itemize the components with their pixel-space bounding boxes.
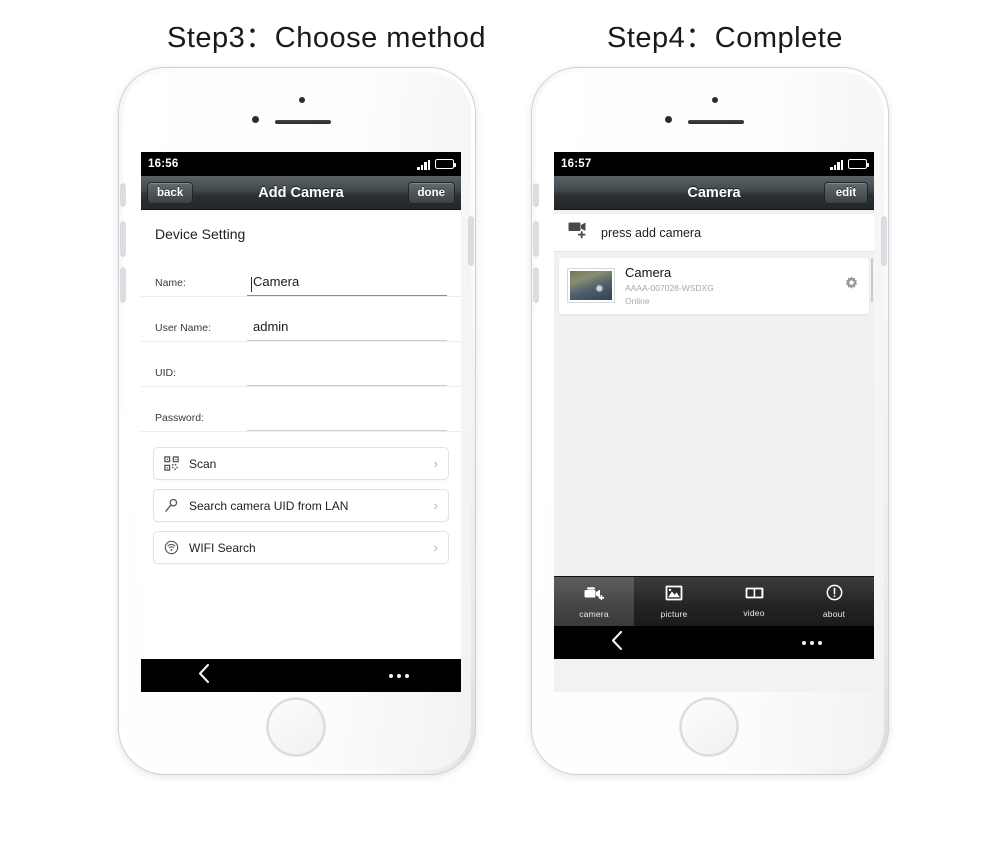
camera-tab-icon [584,585,605,606]
status-bar: 16:57 [554,152,874,176]
home-button[interactable] [267,698,325,756]
app-navbar: Camera edit [554,176,874,210]
proximity-sensor-icon [712,97,718,103]
overflow-menu-icon[interactable] [802,640,822,645]
wifi-icon [164,540,179,555]
camera-snapshot-thumbnail [567,268,615,304]
press-add-camera-label: press add camera [601,225,702,240]
qr-scan-icon [164,456,179,471]
battery-icon [435,159,457,169]
phone1-screen: 16:56 back Add Camera done Device Settin… [141,152,461,692]
earpiece-speaker [688,120,744,124]
chevron-right-icon: › [433,456,438,471]
camera-meta: Camera AAAA-007028-WSDXG Online [625,265,714,307]
field-label-password: Password: [155,412,205,424]
camcorder-plus-icon [568,221,591,244]
signal-bars-icon [417,159,430,170]
done-button[interactable]: done [407,181,455,204]
silent-switch[interactable] [121,184,125,206]
tab-picture[interactable]: picture [634,577,714,626]
status-indicators [417,159,457,170]
volume-down-button[interactable] [534,268,538,302]
step4-title: Step4：Complete [607,22,843,54]
chevron-right-icon: › [433,498,438,513]
app-navbar: back Add Camera done [141,176,461,210]
field-username: User Name: admin [141,297,461,342]
battery-icon [848,159,870,169]
action-list: Scan › Search camera UID from LAN › WIFI… [141,432,461,564]
video-tab-icon [745,586,764,605]
status-indicators [830,159,870,170]
gear-icon[interactable] [843,275,860,297]
search-lan-label: Search camera UID from LAN [189,498,349,513]
field-name: Name: Camera [141,252,461,297]
press-add-camera-row[interactable]: press add camera [554,214,874,252]
phone-mockup-step3: 16:56 back Add Camera done Device Settin… [119,68,475,774]
camera-status: Online [625,295,650,306]
camera-name: Camera [625,265,672,280]
search-lan-row[interactable]: Search camera UID from LAN › [153,489,449,522]
tab-about-label: about [822,609,846,619]
device-setting-form: Device Setting Name: Camera User Name: a… [141,210,461,659]
tab-camera[interactable]: camera [554,577,634,626]
scan-label: Scan [189,456,217,471]
section-title: Device Setting [155,226,246,242]
camera-list-screen: press add camera Camera AAAA-007028-WSDX… [554,210,874,626]
username-input[interactable]: admin [247,318,447,341]
android-navigation-bar [141,659,461,692]
phone-mockup-step4: 16:57 Camera edit press add camera Camer… [532,68,888,774]
bottom-tab-bar: camera picture video about [554,576,874,626]
step3-title: Step3：Choose method [167,22,487,54]
status-bar: 16:56 [141,152,461,176]
field-label-username: User Name: [155,322,212,334]
field-label-uid: UID: [155,367,176,379]
volume-up-button[interactable] [121,222,125,256]
volume-down-button[interactable] [121,268,125,302]
proximity-sensor-icon [299,97,305,103]
power-button[interactable] [469,217,473,265]
picture-tab-icon [665,585,683,606]
tab-video[interactable]: video [714,577,794,626]
front-camera-icon [665,116,672,123]
back-chevron-icon[interactable] [197,663,212,689]
about-tab-icon [826,584,843,606]
home-button[interactable] [680,698,738,756]
scrollbar[interactable] [871,258,873,302]
name-input[interactable]: Camera [247,273,447,296]
phone-body: 16:56 back Add Camera done Device Settin… [121,72,473,770]
wifi-search-row[interactable]: WIFI Search › [153,531,449,564]
overflow-menu-icon[interactable] [389,673,409,678]
volume-up-button[interactable] [534,222,538,256]
page-root: Step3：Choose method Step4：Complete 16:56 [0,0,1000,841]
field-label-name: Name: [155,277,186,289]
password-input[interactable] [247,411,447,431]
silent-switch[interactable] [534,184,538,206]
field-uid: UID: [141,342,461,387]
edit-button[interactable]: edit [824,181,868,204]
status-time: 16:57 [561,158,592,170]
tab-picture-label: picture [660,608,688,619]
camera-list-item[interactable]: Camera AAAA-007028-WSDXG Online [559,258,869,314]
phone2-screen: 16:57 Camera edit press add camera Camer… [554,152,874,692]
wifi-search-label: WIFI Search [189,540,256,555]
uid-input[interactable] [247,366,447,386]
phone-body: 16:57 Camera edit press add camera Camer… [534,72,886,770]
power-button[interactable] [882,217,886,265]
earpiece-speaker [275,120,331,124]
search-magnifier-icon [164,498,179,513]
back-chevron-icon[interactable] [610,630,625,656]
tab-about[interactable]: about [794,577,874,626]
tab-camera-label: camera [579,608,609,619]
chevron-right-icon: › [433,540,438,555]
back-button[interactable]: back [147,181,194,204]
signal-bars-icon [830,159,843,170]
front-camera-icon [252,116,259,123]
status-time: 16:56 [148,158,179,170]
scan-row[interactable]: Scan › [153,447,449,480]
camera-uid: AAAA-007028-WSDXG [625,283,714,294]
tab-video-label: video [743,607,765,618]
android-navigation-bar [554,626,874,659]
field-password: Password: [141,387,461,432]
